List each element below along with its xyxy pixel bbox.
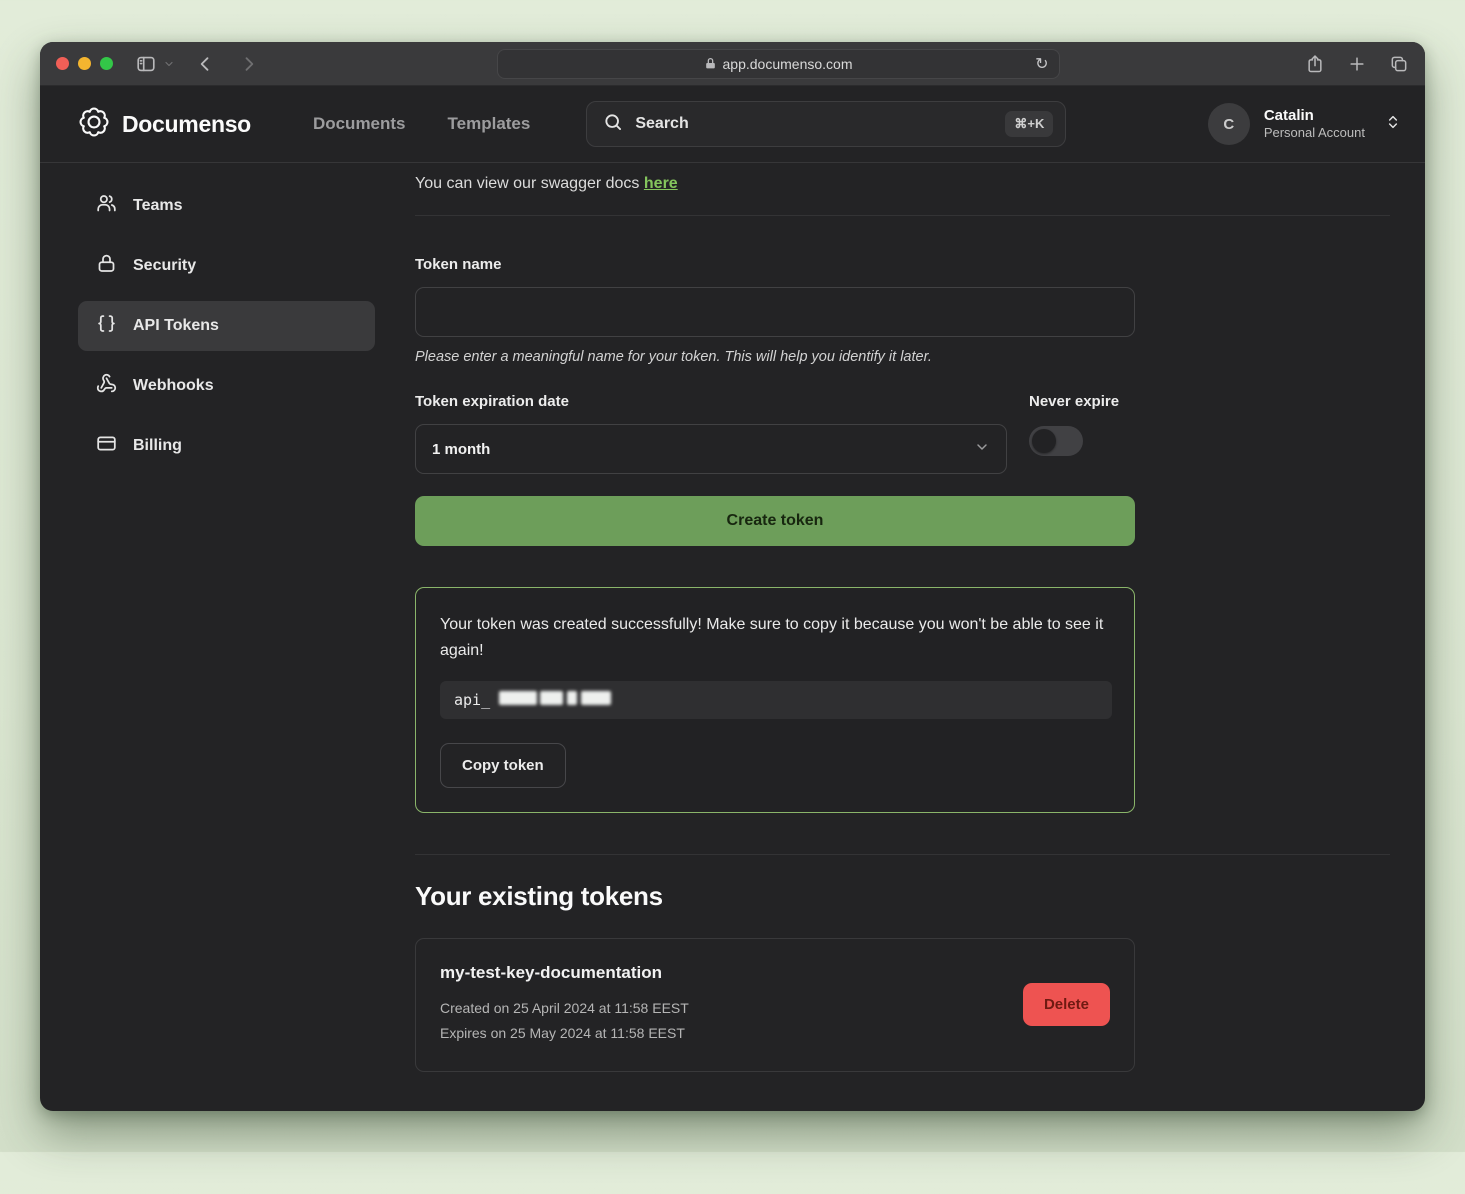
- token-name-input[interactable]: [415, 287, 1135, 337]
- sidebar-item-label: Webhooks: [133, 377, 214, 395]
- sidebar-item-label: API Tokens: [133, 317, 219, 335]
- divider: [415, 215, 1390, 216]
- back-icon[interactable]: [195, 54, 215, 74]
- search-shortcut-badge: ⌘+K: [1005, 111, 1053, 137]
- copy-token-button[interactable]: Copy token: [440, 743, 566, 788]
- browser-toolbar: app.documenso.com ↻: [40, 42, 1425, 86]
- sidebar-item-label: Teams: [133, 197, 183, 215]
- url-text: app.documenso.com: [723, 56, 853, 72]
- search-input[interactable]: Search ⌘+K: [586, 101, 1066, 147]
- token-expiration-select[interactable]: 1 month: [415, 424, 1007, 474]
- sidebar-toggle-icon[interactable]: [135, 53, 157, 75]
- reload-icon[interactable]: ↻: [1035, 54, 1048, 74]
- forward-icon[interactable]: [239, 54, 259, 74]
- traffic-lights: [56, 57, 113, 70]
- divider: [415, 854, 1390, 855]
- token-prefix: api_: [454, 691, 490, 709]
- tab-overview-icon[interactable]: [1389, 54, 1409, 74]
- sidebar-item-security[interactable]: Security: [78, 241, 375, 291]
- chevron-down-icon: [974, 439, 990, 459]
- sidebar-item-label: Security: [133, 257, 196, 275]
- swagger-text: You can view our swagger docs: [415, 175, 639, 192]
- sidebar-item-label: Billing: [133, 437, 182, 455]
- search-icon: [603, 112, 623, 137]
- minimize-window-button[interactable]: [78, 57, 91, 70]
- nav-templates[interactable]: Templates: [448, 114, 531, 134]
- main-nav: Documents Templates: [313, 114, 530, 134]
- brand-name: Documenso: [122, 111, 251, 138]
- existing-tokens-heading: Your existing tokens: [415, 881, 1390, 912]
- brand[interactable]: Documenso: [78, 106, 251, 143]
- sidebar-item-webhooks[interactable]: Webhooks: [78, 361, 375, 411]
- zoom-window-button[interactable]: [100, 57, 113, 70]
- credit-card-icon: [96, 433, 117, 459]
- swagger-docs-line: You can view our swagger docs here: [415, 175, 1390, 193]
- never-expire-label: Never expire: [1029, 393, 1135, 410]
- token-value-field[interactable]: api_: [440, 681, 1112, 719]
- api-tokens-panel: You can view our swagger docs here Token…: [375, 163, 1425, 1111]
- nav-documents[interactable]: Documents: [313, 114, 406, 134]
- swagger-docs-link[interactable]: here: [644, 175, 678, 192]
- browser-window: app.documenso.com ↻ Documenso: [40, 42, 1425, 1111]
- braces-icon: [96, 313, 117, 339]
- token-card-created: Created on 25 April 2024 at 11:58 EEST: [440, 996, 689, 1021]
- toggle-knob: [1032, 429, 1056, 453]
- new-tab-icon[interactable]: [1347, 54, 1367, 74]
- token-created-message: Your token was created successfully! Mak…: [440, 612, 1110, 663]
- sidebar-item-teams[interactable]: Teams: [78, 181, 375, 231]
- users-icon: [96, 193, 117, 219]
- account-menu[interactable]: C Catalin Personal Account: [1208, 103, 1401, 145]
- token-created-alert: Your token was created successfully! Mak…: [415, 587, 1135, 813]
- token-name-label: Token name: [415, 256, 1390, 273]
- create-token-button[interactable]: Create token: [415, 496, 1135, 546]
- account-type: Personal Account: [1264, 125, 1365, 141]
- search-placeholder: Search: [635, 115, 688, 133]
- avatar: C: [1208, 103, 1250, 145]
- share-icon[interactable]: [1305, 54, 1325, 74]
- token-expiration-label: Token expiration date: [415, 393, 1007, 410]
- token-redacted-blocks: [499, 691, 611, 709]
- token-card: my-test-key-documentation Created on 25 …: [415, 938, 1135, 1071]
- token-card-name: my-test-key-documentation: [440, 963, 689, 983]
- account-name: Catalin: [1264, 107, 1365, 126]
- sidebar-item-api-tokens[interactable]: API Tokens: [78, 301, 375, 351]
- address-bar[interactable]: app.documenso.com ↻: [497, 49, 1060, 79]
- delete-token-button[interactable]: Delete: [1023, 983, 1110, 1026]
- sidebar-item-billing[interactable]: Billing: [78, 421, 375, 471]
- sidebar-options-chevron-icon[interactable]: [163, 58, 175, 70]
- close-window-button[interactable]: [56, 57, 69, 70]
- lock-icon: [704, 57, 717, 70]
- lock-icon: [96, 253, 117, 279]
- app-header: Documenso Documents Templates Search ⌘+K…: [40, 86, 1425, 163]
- never-expire-toggle[interactable]: [1029, 426, 1083, 456]
- documenso-logo-icon: [78, 106, 110, 143]
- token-expiration-value: 1 month: [432, 441, 490, 458]
- token-name-helper: Please enter a meaningful name for your …: [415, 349, 1390, 365]
- chevrons-up-down-icon: [1385, 114, 1401, 135]
- webhook-icon: [96, 373, 117, 399]
- token-card-expires: Expires on 25 May 2024 at 11:58 EEST: [440, 1021, 689, 1046]
- settings-sidebar: Teams Security API Tokens Webhooks: [40, 163, 375, 1111]
